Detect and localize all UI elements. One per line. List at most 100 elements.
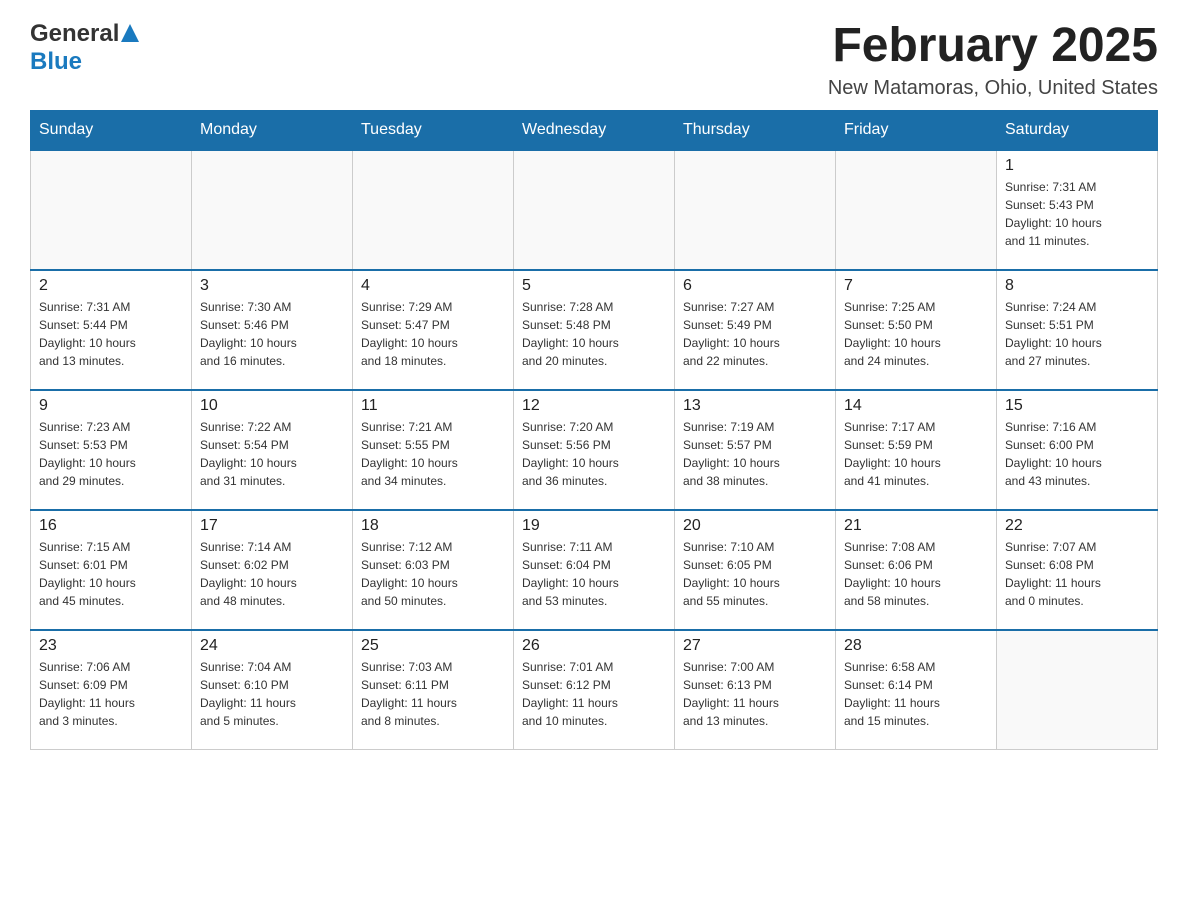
day-info: Sunrise: 7:01 AM Sunset: 6:12 PM Dayligh… (522, 658, 666, 730)
calendar-cell-w3-d6: 14 Sunrise: 7:17 AM Sunset: 5:59 PM Dayli… (836, 390, 997, 510)
calendar-week-2: 2 Sunrise: 7:31 AM Sunset: 5:44 PM Daylig… (31, 270, 1158, 390)
header-wednesday: Wednesday (514, 110, 675, 150)
day-number: 16 (39, 517, 183, 535)
page-header: General Blue February 2025 New Matamoras… (30, 20, 1158, 100)
page-subtitle: New Matamoras, Ohio, United States (828, 77, 1158, 100)
calendar-cell-w2-d7: 8 Sunrise: 7:24 AM Sunset: 5:51 PM Daylig… (997, 270, 1158, 390)
day-info: Sunrise: 7:10 AM Sunset: 6:05 PM Dayligh… (683, 538, 827, 610)
day-number: 21 (844, 517, 988, 535)
day-number: 1 (1005, 157, 1149, 175)
day-number: 20 (683, 517, 827, 535)
day-number: 24 (200, 637, 344, 655)
day-number: 6 (683, 277, 827, 295)
day-number: 4 (361, 277, 505, 295)
calendar-cell-w1-d1 (31, 150, 192, 270)
calendar-cell-w1-d5 (675, 150, 836, 270)
calendar-header-row: Sunday Monday Tuesday Wednesday Thursday… (31, 110, 1158, 150)
day-number: 3 (200, 277, 344, 295)
day-info: Sunrise: 7:00 AM Sunset: 6:13 PM Dayligh… (683, 658, 827, 730)
day-info: Sunrise: 7:24 AM Sunset: 5:51 PM Dayligh… (1005, 298, 1149, 370)
header-friday: Friday (836, 110, 997, 150)
day-number: 11 (361, 397, 505, 415)
day-info: Sunrise: 7:28 AM Sunset: 5:48 PM Dayligh… (522, 298, 666, 370)
day-info: Sunrise: 7:16 AM Sunset: 6:00 PM Dayligh… (1005, 418, 1149, 490)
calendar-cell-w5-d1: 23 Sunrise: 7:06 AM Sunset: 6:09 PM Dayli… (31, 630, 192, 750)
page-title: February 2025 (828, 20, 1158, 73)
day-number: 19 (522, 517, 666, 535)
calendar-cell-w4-d2: 17Sunrise: 7:14 AM Sunset: 6:02 PM Dayli… (192, 510, 353, 630)
day-info: Sunrise: 7:25 AM Sunset: 5:50 PM Dayligh… (844, 298, 988, 370)
day-info: Sunrise: 7:20 AM Sunset: 5:56 PM Dayligh… (522, 418, 666, 490)
day-info: Sunrise: 7:08 AM Sunset: 6:06 PM Dayligh… (844, 538, 988, 610)
calendar-cell-w1-d7: 1 Sunrise: 7:31 AM Sunset: 5:43 PM Daylig… (997, 150, 1158, 270)
day-number: 13 (683, 397, 827, 415)
calendar-cell-w2-d1: 2 Sunrise: 7:31 AM Sunset: 5:44 PM Daylig… (31, 270, 192, 390)
calendar-week-5: 23 Sunrise: 7:06 AM Sunset: 6:09 PM Dayli… (31, 630, 1158, 750)
calendar-cell-w2-d3: 4 Sunrise: 7:29 AM Sunset: 5:47 PM Daylig… (353, 270, 514, 390)
day-number: 28 (844, 637, 988, 655)
day-number: 15 (1005, 397, 1149, 415)
day-info: Sunrise: 7:07 AM Sunset: 6:08 PM Dayligh… (1005, 538, 1149, 610)
day-info: Sunrise: 7:30 AM Sunset: 5:46 PM Dayligh… (200, 298, 344, 370)
header-tuesday: Tuesday (353, 110, 514, 150)
logo-triangle-icon (121, 22, 139, 47)
day-number: 12 (522, 397, 666, 415)
logo-blue-text: Blue (30, 48, 82, 75)
calendar-cell-w2-d2: 3 Sunrise: 7:30 AM Sunset: 5:46 PM Daylig… (192, 270, 353, 390)
calendar-cell-w3-d5: 13Sunrise: 7:19 AM Sunset: 5:57 PM Dayli… (675, 390, 836, 510)
day-number: 23 (39, 637, 183, 655)
day-info: Sunrise: 7:04 AM Sunset: 6:10 PM Dayligh… (200, 658, 344, 730)
day-info: Sunrise: 7:21 AM Sunset: 5:55 PM Dayligh… (361, 418, 505, 490)
calendar-week-3: 9 Sunrise: 7:23 AM Sunset: 5:53 PM Daylig… (31, 390, 1158, 510)
day-number: 2 (39, 277, 183, 295)
calendar-cell-w3-d2: 10Sunrise: 7:22 AM Sunset: 5:54 PM Dayli… (192, 390, 353, 510)
day-number: 27 (683, 637, 827, 655)
day-number: 9 (39, 397, 183, 415)
day-number: 25 (361, 637, 505, 655)
calendar-table: Sunday Monday Tuesday Wednesday Thursday… (30, 110, 1158, 751)
day-number: 5 (522, 277, 666, 295)
day-info: Sunrise: 7:11 AM Sunset: 6:04 PM Dayligh… (522, 538, 666, 610)
day-info: Sunrise: 7:27 AM Sunset: 5:49 PM Dayligh… (683, 298, 827, 370)
calendar-week-4: 16 Sunrise: 7:15 AM Sunset: 6:01 PM Dayli… (31, 510, 1158, 630)
calendar-cell-w5-d5: 27 Sunrise: 7:00 AM Sunset: 6:13 PM Dayli… (675, 630, 836, 750)
calendar-cell-w4-d7: 22 Sunrise: 7:07 AM Sunset: 6:08 PM Dayli… (997, 510, 1158, 630)
day-info: Sunrise: 7:12 AM Sunset: 6:03 PM Dayligh… (361, 538, 505, 610)
calendar-cell-w2-d5: 6 Sunrise: 7:27 AM Sunset: 5:49 PM Daylig… (675, 270, 836, 390)
day-number: 22 (1005, 517, 1149, 535)
day-info: Sunrise: 7:17 AM Sunset: 5:59 PM Dayligh… (844, 418, 988, 490)
calendar-cell-w5-d6: 28 Sunrise: 6:58 AM Sunset: 6:14 PM Dayli… (836, 630, 997, 750)
day-info: Sunrise: 6:58 AM Sunset: 6:14 PM Dayligh… (844, 658, 988, 730)
calendar-cell-w3-d7: 15 Sunrise: 7:16 AM Sunset: 6:00 PM Dayli… (997, 390, 1158, 510)
day-info: Sunrise: 7:31 AM Sunset: 5:43 PM Dayligh… (1005, 178, 1149, 250)
logo: General Blue (30, 20, 141, 76)
day-info: Sunrise: 7:06 AM Sunset: 6:09 PM Dayligh… (39, 658, 183, 730)
calendar-cell-w1-d2 (192, 150, 353, 270)
day-number: 18 (361, 517, 505, 535)
day-info: Sunrise: 7:15 AM Sunset: 6:01 PM Dayligh… (39, 538, 183, 610)
title-section: February 2025 New Matamoras, Ohio, Unite… (828, 20, 1158, 100)
day-info: Sunrise: 7:14 AM Sunset: 6:02 PM Dayligh… (200, 538, 344, 610)
day-info: Sunrise: 7:31 AM Sunset: 5:44 PM Dayligh… (39, 298, 183, 370)
day-number: 8 (1005, 277, 1149, 295)
day-number: 26 (522, 637, 666, 655)
calendar-cell-w3-d1: 9 Sunrise: 7:23 AM Sunset: 5:53 PM Daylig… (31, 390, 192, 510)
header-thursday: Thursday (675, 110, 836, 150)
day-info: Sunrise: 7:03 AM Sunset: 6:11 PM Dayligh… (361, 658, 505, 730)
day-info: Sunrise: 7:29 AM Sunset: 5:47 PM Dayligh… (361, 298, 505, 370)
day-info: Sunrise: 7:23 AM Sunset: 5:53 PM Dayligh… (39, 418, 183, 490)
header-monday: Monday (192, 110, 353, 150)
calendar-week-1: 1 Sunrise: 7:31 AM Sunset: 5:43 PM Daylig… (31, 150, 1158, 270)
calendar-cell-w1-d6 (836, 150, 997, 270)
header-sunday: Sunday (31, 110, 192, 150)
calendar-cell-w5-d4: 26 Sunrise: 7:01 AM Sunset: 6:12 PM Dayli… (514, 630, 675, 750)
logo-general-text: General (30, 20, 119, 48)
calendar-cell-w3-d3: 11 Sunrise: 7:21 AM Sunset: 5:55 PM Dayli… (353, 390, 514, 510)
day-number: 14 (844, 397, 988, 415)
calendar-cell-w3-d4: 12 Sunrise: 7:20 AM Sunset: 5:56 PM Dayli… (514, 390, 675, 510)
calendar-cell-w5-d2: 24 Sunrise: 7:04 AM Sunset: 6:10 PM Dayli… (192, 630, 353, 750)
calendar-cell-w5-d7 (997, 630, 1158, 750)
header-saturday: Saturday (997, 110, 1158, 150)
calendar-cell-w1-d3 (353, 150, 514, 270)
calendar-cell-w4-d6: 21 Sunrise: 7:08 AM Sunset: 6:06 PM Dayli… (836, 510, 997, 630)
